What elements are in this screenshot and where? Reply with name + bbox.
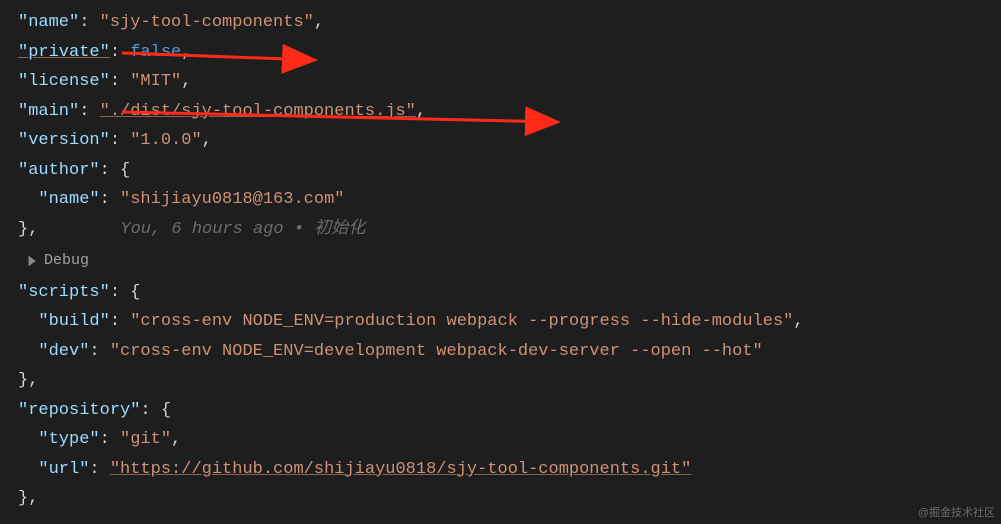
code-line[interactable]: "scripts": { bbox=[18, 278, 1001, 308]
json-key: "type" bbox=[38, 430, 99, 449]
code-line[interactable]: "build": "cross-env NODE_ENV=production … bbox=[18, 307, 1001, 337]
git-blame-annotation: You, 6 hours ago • 初始化 bbox=[120, 220, 365, 239]
code-line[interactable]: }, bbox=[18, 484, 1001, 514]
json-value: "./dist/sjy-tool-components.js" bbox=[100, 102, 416, 121]
json-value: "sjy-tool-components" bbox=[100, 13, 314, 32]
json-key: "private" bbox=[18, 43, 110, 62]
code-line[interactable]: "url": "https://github.com/shijiayu0818/… bbox=[18, 455, 1001, 485]
watermark: @掘金技术社区 bbox=[918, 504, 995, 520]
json-key: "author" bbox=[18, 161, 100, 180]
code-line[interactable]: "main": "./dist/sjy-tool-components.js", bbox=[18, 97, 1001, 127]
json-value: "1.0.0" bbox=[130, 131, 201, 150]
json-key: "scripts" bbox=[18, 283, 110, 302]
code-line[interactable]: "type": "git", bbox=[18, 425, 1001, 455]
code-line[interactable]: "name": "shijiayu0818@163.com" bbox=[18, 185, 1001, 215]
json-value: "git" bbox=[120, 430, 171, 449]
debug-label: Debug bbox=[44, 246, 89, 276]
json-key: "build" bbox=[38, 312, 109, 331]
json-value: "MIT" bbox=[130, 72, 181, 91]
debug-codelens[interactable]: Debug bbox=[18, 246, 1001, 276]
json-key: "name" bbox=[38, 190, 99, 209]
json-value: false bbox=[130, 43, 181, 62]
json-key: "license" bbox=[18, 72, 110, 91]
code-editor[interactable]: "name": "sjy-tool-components", "private"… bbox=[0, 0, 1001, 514]
code-line[interactable]: "dev": "cross-env NODE_ENV=development w… bbox=[18, 337, 1001, 367]
code-line[interactable]: "name": "sjy-tool-components", bbox=[18, 8, 1001, 38]
json-value: "shijiayu0818@163.com" bbox=[120, 190, 344, 209]
code-line[interactable]: "repository": { bbox=[18, 396, 1001, 426]
code-line[interactable]: },You, 6 hours ago • 初始化 bbox=[18, 215, 1001, 245]
code-line[interactable]: "license": "MIT", bbox=[18, 67, 1001, 97]
json-key: "repository" bbox=[18, 401, 140, 420]
json-key: "dev" bbox=[38, 342, 89, 361]
code-line[interactable]: "author": { bbox=[18, 156, 1001, 186]
json-value: "https://github.com/shijiayu0818/sjy-too… bbox=[110, 460, 692, 479]
json-key: "version" bbox=[18, 131, 110, 150]
play-icon bbox=[26, 255, 38, 267]
code-line[interactable]: }, bbox=[18, 366, 1001, 396]
code-line[interactable]: "private": false, bbox=[18, 38, 1001, 68]
code-line[interactable]: "version": "1.0.0", bbox=[18, 126, 1001, 156]
json-value: "cross-env NODE_ENV=production webpack -… bbox=[130, 312, 793, 331]
json-key: "main" bbox=[18, 102, 79, 121]
json-key: "url" bbox=[38, 460, 89, 479]
json-value: "cross-env NODE_ENV=development webpack-… bbox=[110, 342, 763, 361]
json-key: "name" bbox=[18, 13, 79, 32]
